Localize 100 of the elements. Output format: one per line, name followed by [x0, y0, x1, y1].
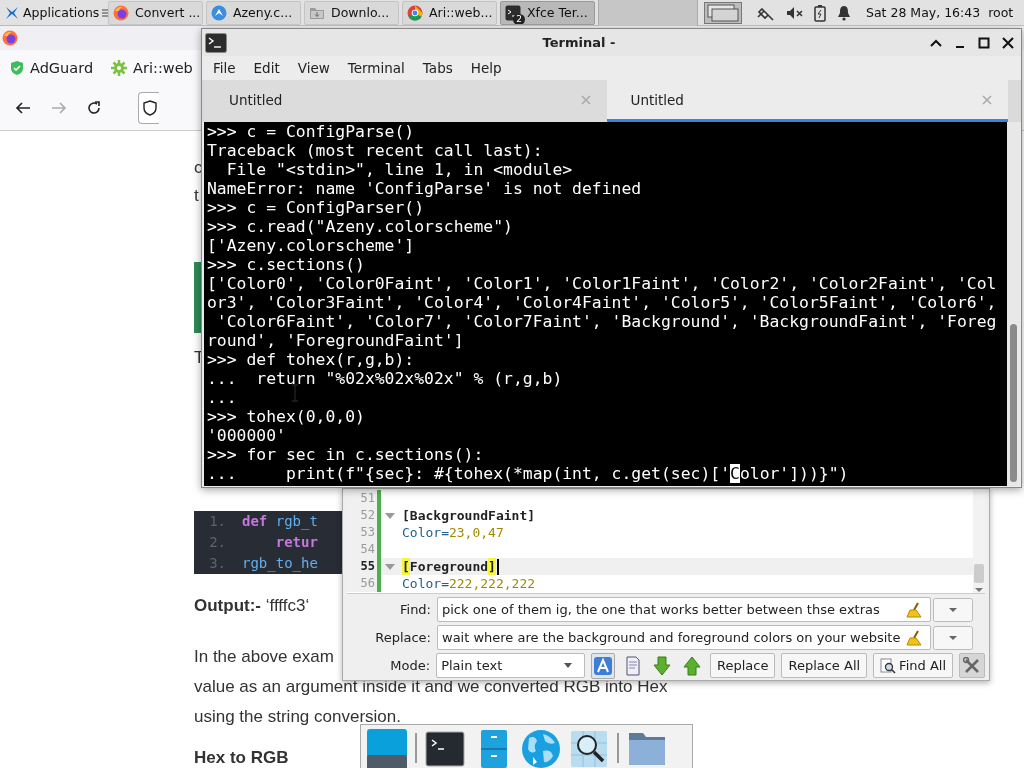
- scrollbar-thumb[interactable]: [974, 564, 984, 583]
- paragraph-line: using the string conversion.: [194, 706, 401, 728]
- code-line: [Foreground]: [399, 558, 499, 575]
- terminal-line: or3', 'Color3Faint', 'Color4', 'Color4Faint', 'Color5', 'Color5Faint', 'Color6',: [207, 293, 997, 312]
- code-line: def rgb_t: [242, 512, 318, 532]
- reload-icon[interactable]: [86, 100, 102, 116]
- line-number: 51: [347, 490, 377, 507]
- tools-icon: [963, 656, 981, 675]
- match-case-icon: [592, 655, 613, 676]
- menu-item[interactable]: File: [204, 57, 245, 79]
- gear-icon: [111, 60, 128, 76]
- globe-icon[interactable]: [521, 729, 561, 768]
- output-text: Output:- ‘ffffc3‘: [194, 595, 310, 617]
- user-name[interactable]: root: [988, 5, 1014, 20]
- tools-button[interactable]: [959, 653, 985, 678]
- terminal-line: >>> c.read("Azeny.colorscheme"): [207, 217, 513, 236]
- terminal-icon: [505, 4, 521, 21]
- paragraph-line: In the above exam: [194, 646, 334, 668]
- heading: Hex to RGB: [194, 747, 289, 768]
- forward-icon[interactable]: [50, 100, 68, 116]
- terminal-icon[interactable]: [425, 729, 465, 768]
- terminal-line: File "<stdin>", line 1, in <module>: [225, 160, 573, 179]
- mode-dropdown[interactable]: Plain text: [436, 653, 585, 678]
- field-label: Mode:: [389, 658, 431, 673]
- taskbar-button[interactable]: 2 Xfce Ter...: [500, 0, 595, 25]
- terminal-tab[interactable]: Untitled: [606, 80, 1008, 122]
- broom-icon[interactable]: [906, 629, 922, 646]
- bookmark-item[interactable]: AdGuard: [10, 60, 94, 76]
- code-line: rgb_to_he: [242, 554, 318, 574]
- input-field[interactable]: pick one of them ig, the one that works better between thse extras: [437, 597, 931, 622]
- line-number: 3.: [208, 554, 226, 573]
- arrow-up-icon: [682, 655, 703, 676]
- terminal-line: ...: [207, 388, 237, 407]
- terminal-line: Traceback (most recent call last):: [207, 141, 543, 160]
- menu-item[interactable]: Terminal: [338, 57, 414, 79]
- terminal-line: ... return "%02x%02x%02x" % (r,g,b): [207, 369, 563, 388]
- count-badge: 2: [513, 13, 525, 24]
- line-number: 54: [347, 541, 377, 558]
- menu-item[interactable]: Tabs: [413, 57, 462, 79]
- field-label: Find:: [399, 602, 431, 617]
- terminal-line: ['Color0', 'Color0Faint', 'Color1', 'Color1Faint', 'Color2', 'Color2Faint', 'Col: [207, 274, 997, 293]
- toggle-button[interactable]: [590, 652, 615, 679]
- caret-icon: [563, 663, 572, 668]
- terminal-icon: [205, 32, 227, 53]
- shield-icon: [143, 100, 157, 116]
- broom-icon[interactable]: [906, 601, 922, 618]
- line-number: 52: [347, 507, 377, 524]
- scroll-down-icon[interactable]: [975, 587, 983, 593]
- line-number: 2.: [208, 533, 226, 552]
- taskbar-button[interactable]: Ari::web...: [402, 0, 497, 25]
- code-line: Color=222,222,222: [401, 575, 536, 592]
- code-line: retur: [274, 533, 318, 552]
- battery-icon[interactable]: [814, 3, 826, 22]
- terminal-line: >>> c.sections(): [207, 255, 365, 274]
- browser-icon: [2, 30, 18, 46]
- url-field[interactable]: [138, 92, 159, 124]
- fold-triangle-icon[interactable]: [385, 562, 395, 571]
- terminal-line: >>> c = ConfigParser(): [207, 198, 425, 217]
- push-button[interactable]: Find All: [873, 653, 953, 678]
- scrollbar-thumb[interactable]: [1010, 324, 1017, 482]
- menu-item[interactable]: View: [288, 57, 339, 79]
- text-cursor-icon: [291, 384, 299, 402]
- taskbar-button[interactable]: Azeny.c...: [206, 0, 301, 25]
- terminal-line: '000000': [207, 426, 286, 445]
- app-menu-icon: [4, 4, 20, 21]
- round-app-icon: [211, 4, 227, 21]
- workspace-switcher-icon[interactable]: [704, 1, 742, 24]
- maximize-icon[interactable]: [977, 35, 991, 50]
- code-line: [BackgroundFaint]: [401, 507, 536, 524]
- menu-icon: [102, 7, 109, 18]
- browser-icon: [407, 4, 423, 21]
- line-number: 1.: [208, 512, 226, 531]
- taskbar-button[interactable]: Downlo...: [304, 0, 399, 25]
- push-button[interactable]: Replace All: [781, 653, 868, 678]
- menu-item[interactable]: Help: [461, 57, 511, 79]
- search-icon: [880, 657, 897, 674]
- bell-icon[interactable]: [836, 4, 852, 21]
- arrow-down-icon: [652, 655, 673, 676]
- desktop-icon[interactable]: [367, 729, 407, 768]
- menu-item[interactable]: Edit: [244, 57, 289, 79]
- applications-menu[interactable]: Applications: [0, 4, 108, 21]
- line-number: 56: [347, 575, 377, 592]
- terminal-line: ['Azeny.colorscheme']: [207, 236, 415, 255]
- code-line: Color=23,0,47: [401, 524, 504, 541]
- push-button[interactable]: Replace: [710, 653, 776, 678]
- clock-text[interactable]: Sat 28 May, 16:43: [866, 5, 981, 20]
- terminal-line: NameError: name 'ConfigParse' is not defined: [207, 179, 642, 198]
- close-icon[interactable]: [1001, 35, 1015, 50]
- taskbar-button[interactable]: Convert ...: [108, 0, 203, 25]
- terminal-line: >>> tohex(0,0,0): [207, 407, 365, 426]
- browser-icon: [113, 4, 129, 21]
- search-icon[interactable]: [569, 729, 609, 768]
- terminal-line: >>> c = ConfigParse(): [207, 122, 415, 141]
- line-number: 53: [347, 524, 377, 541]
- back-icon[interactable]: [14, 100, 32, 116]
- input-field[interactable]: wait where are the background and foreground colors on your website: [437, 625, 931, 650]
- bookmark-item[interactable]: Ari::web: [111, 60, 193, 76]
- fold-triangle-icon[interactable]: [385, 511, 395, 520]
- window-title: Terminal -: [541, 35, 617, 50]
- text-line: t: [194, 185, 200, 207]
